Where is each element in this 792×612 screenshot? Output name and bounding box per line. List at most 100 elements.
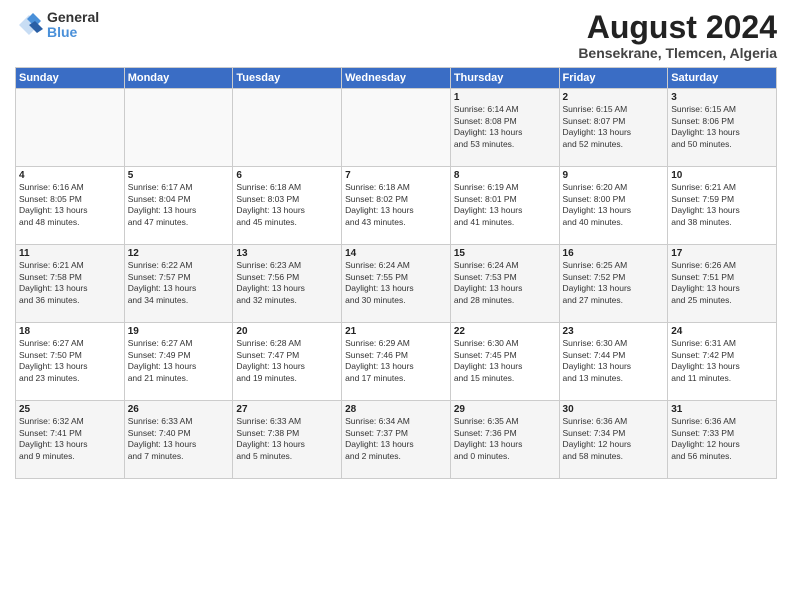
day-info: Sunrise: 6:36 AM Sunset: 7:34 PM Dayligh… — [563, 416, 665, 462]
calendar-cell: 15Sunrise: 6:24 AM Sunset: 7:53 PM Dayli… — [450, 245, 559, 323]
weekday-header-wednesday: Wednesday — [342, 68, 451, 89]
title-area: August 2024 Bensekrane, Tlemcen, Algeria — [578, 10, 777, 61]
calendar-week-row: 11Sunrise: 6:21 AM Sunset: 7:58 PM Dayli… — [16, 245, 777, 323]
calendar-cell: 8Sunrise: 6:19 AM Sunset: 8:01 PM Daylig… — [450, 167, 559, 245]
calendar-week-row: 25Sunrise: 6:32 AM Sunset: 7:41 PM Dayli… — [16, 401, 777, 479]
day-info: Sunrise: 6:14 AM Sunset: 8:08 PM Dayligh… — [454, 104, 556, 150]
calendar-cell: 4Sunrise: 6:16 AM Sunset: 8:05 PM Daylig… — [16, 167, 125, 245]
day-info: Sunrise: 6:27 AM Sunset: 7:49 PM Dayligh… — [128, 338, 230, 384]
day-info: Sunrise: 6:16 AM Sunset: 8:05 PM Dayligh… — [19, 182, 121, 228]
weekday-header-monday: Monday — [124, 68, 233, 89]
day-number: 23 — [563, 326, 665, 337]
calendar-cell: 29Sunrise: 6:35 AM Sunset: 7:36 PM Dayli… — [450, 401, 559, 479]
calendar-cell — [233, 89, 342, 167]
calendar-cell: 14Sunrise: 6:24 AM Sunset: 7:55 PM Dayli… — [342, 245, 451, 323]
day-number: 27 — [236, 404, 338, 415]
day-info: Sunrise: 6:33 AM Sunset: 7:38 PM Dayligh… — [236, 416, 338, 462]
calendar-cell: 10Sunrise: 6:21 AM Sunset: 7:59 PM Dayli… — [668, 167, 777, 245]
day-number: 7 — [345, 170, 447, 181]
day-info: Sunrise: 6:24 AM Sunset: 7:55 PM Dayligh… — [345, 260, 447, 306]
calendar-cell: 5Sunrise: 6:17 AM Sunset: 8:04 PM Daylig… — [124, 167, 233, 245]
day-number: 21 — [345, 326, 447, 337]
calendar-cell: 24Sunrise: 6:31 AM Sunset: 7:42 PM Dayli… — [668, 323, 777, 401]
calendar-cell: 3Sunrise: 6:15 AM Sunset: 8:06 PM Daylig… — [668, 89, 777, 167]
day-info: Sunrise: 6:29 AM Sunset: 7:46 PM Dayligh… — [345, 338, 447, 384]
calendar-cell: 21Sunrise: 6:29 AM Sunset: 7:46 PM Dayli… — [342, 323, 451, 401]
day-info: Sunrise: 6:18 AM Sunset: 8:02 PM Dayligh… — [345, 182, 447, 228]
day-info: Sunrise: 6:23 AM Sunset: 7:56 PM Dayligh… — [236, 260, 338, 306]
day-number: 22 — [454, 326, 556, 337]
day-info: Sunrise: 6:24 AM Sunset: 7:53 PM Dayligh… — [454, 260, 556, 306]
day-number: 1 — [454, 92, 556, 103]
day-info: Sunrise: 6:33 AM Sunset: 7:40 PM Dayligh… — [128, 416, 230, 462]
day-number: 2 — [563, 92, 665, 103]
day-number: 9 — [563, 170, 665, 181]
day-number: 11 — [19, 248, 121, 259]
day-number: 10 — [671, 170, 773, 181]
calendar-cell: 11Sunrise: 6:21 AM Sunset: 7:58 PM Dayli… — [16, 245, 125, 323]
logo-general-text: General — [47, 10, 99, 25]
day-info: Sunrise: 6:35 AM Sunset: 7:36 PM Dayligh… — [454, 416, 556, 462]
day-info: Sunrise: 6:21 AM Sunset: 7:58 PM Dayligh… — [19, 260, 121, 306]
calendar-cell: 23Sunrise: 6:30 AM Sunset: 7:44 PM Dayli… — [559, 323, 668, 401]
day-number: 12 — [128, 248, 230, 259]
location: Bensekrane, Tlemcen, Algeria — [578, 45, 777, 61]
calendar-week-row: 18Sunrise: 6:27 AM Sunset: 7:50 PM Dayli… — [16, 323, 777, 401]
calendar-cell — [16, 89, 125, 167]
day-info: Sunrise: 6:31 AM Sunset: 7:42 PM Dayligh… — [671, 338, 773, 384]
day-number: 6 — [236, 170, 338, 181]
calendar-cell: 7Sunrise: 6:18 AM Sunset: 8:02 PM Daylig… — [342, 167, 451, 245]
day-info: Sunrise: 6:15 AM Sunset: 8:07 PM Dayligh… — [563, 104, 665, 150]
calendar-cell: 28Sunrise: 6:34 AM Sunset: 7:37 PM Dayli… — [342, 401, 451, 479]
calendar-week-row: 1Sunrise: 6:14 AM Sunset: 8:08 PM Daylig… — [16, 89, 777, 167]
day-number: 28 — [345, 404, 447, 415]
day-info: Sunrise: 6:15 AM Sunset: 8:06 PM Dayligh… — [671, 104, 773, 150]
weekday-header-sunday: Sunday — [16, 68, 125, 89]
page-header: General Blue August 2024 Bensekrane, Tle… — [15, 10, 777, 61]
day-info: Sunrise: 6:25 AM Sunset: 7:52 PM Dayligh… — [563, 260, 665, 306]
day-number: 15 — [454, 248, 556, 259]
calendar-cell — [342, 89, 451, 167]
day-info: Sunrise: 6:34 AM Sunset: 7:37 PM Dayligh… — [345, 416, 447, 462]
day-number: 18 — [19, 326, 121, 337]
calendar-cell: 30Sunrise: 6:36 AM Sunset: 7:34 PM Dayli… — [559, 401, 668, 479]
logo-blue-text: Blue — [47, 25, 99, 40]
day-number: 8 — [454, 170, 556, 181]
logo-icon — [15, 11, 43, 39]
logo-text: General Blue — [47, 10, 99, 41]
calendar-cell: 27Sunrise: 6:33 AM Sunset: 7:38 PM Dayli… — [233, 401, 342, 479]
day-info: Sunrise: 6:30 AM Sunset: 7:44 PM Dayligh… — [563, 338, 665, 384]
day-info: Sunrise: 6:21 AM Sunset: 7:59 PM Dayligh… — [671, 182, 773, 228]
calendar-cell: 12Sunrise: 6:22 AM Sunset: 7:57 PM Dayli… — [124, 245, 233, 323]
calendar-cell: 26Sunrise: 6:33 AM Sunset: 7:40 PM Dayli… — [124, 401, 233, 479]
calendar-cell: 25Sunrise: 6:32 AM Sunset: 7:41 PM Dayli… — [16, 401, 125, 479]
month-title: August 2024 — [578, 10, 777, 45]
day-number: 17 — [671, 248, 773, 259]
day-info: Sunrise: 6:19 AM Sunset: 8:01 PM Dayligh… — [454, 182, 556, 228]
calendar-cell: 1Sunrise: 6:14 AM Sunset: 8:08 PM Daylig… — [450, 89, 559, 167]
day-info: Sunrise: 6:28 AM Sunset: 7:47 PM Dayligh… — [236, 338, 338, 384]
day-number: 24 — [671, 326, 773, 337]
calendar-table: SundayMondayTuesdayWednesdayThursdayFrid… — [15, 67, 777, 479]
day-info: Sunrise: 6:26 AM Sunset: 7:51 PM Dayligh… — [671, 260, 773, 306]
day-info: Sunrise: 6:36 AM Sunset: 7:33 PM Dayligh… — [671, 416, 773, 462]
calendar-cell: 2Sunrise: 6:15 AM Sunset: 8:07 PM Daylig… — [559, 89, 668, 167]
calendar-week-row: 4Sunrise: 6:16 AM Sunset: 8:05 PM Daylig… — [16, 167, 777, 245]
calendar-cell: 6Sunrise: 6:18 AM Sunset: 8:03 PM Daylig… — [233, 167, 342, 245]
day-number: 25 — [19, 404, 121, 415]
day-info: Sunrise: 6:18 AM Sunset: 8:03 PM Dayligh… — [236, 182, 338, 228]
weekday-header-friday: Friday — [559, 68, 668, 89]
calendar-cell: 9Sunrise: 6:20 AM Sunset: 8:00 PM Daylig… — [559, 167, 668, 245]
weekday-header-tuesday: Tuesday — [233, 68, 342, 89]
calendar-cell: 16Sunrise: 6:25 AM Sunset: 7:52 PM Dayli… — [559, 245, 668, 323]
day-info: Sunrise: 6:20 AM Sunset: 8:00 PM Dayligh… — [563, 182, 665, 228]
weekday-header-thursday: Thursday — [450, 68, 559, 89]
calendar-cell: 22Sunrise: 6:30 AM Sunset: 7:45 PM Dayli… — [450, 323, 559, 401]
day-number: 30 — [563, 404, 665, 415]
day-info: Sunrise: 6:30 AM Sunset: 7:45 PM Dayligh… — [454, 338, 556, 384]
day-number: 4 — [19, 170, 121, 181]
calendar-cell: 13Sunrise: 6:23 AM Sunset: 7:56 PM Dayli… — [233, 245, 342, 323]
calendar-cell: 19Sunrise: 6:27 AM Sunset: 7:49 PM Dayli… — [124, 323, 233, 401]
calendar-cell: 20Sunrise: 6:28 AM Sunset: 7:47 PM Dayli… — [233, 323, 342, 401]
day-number: 20 — [236, 326, 338, 337]
